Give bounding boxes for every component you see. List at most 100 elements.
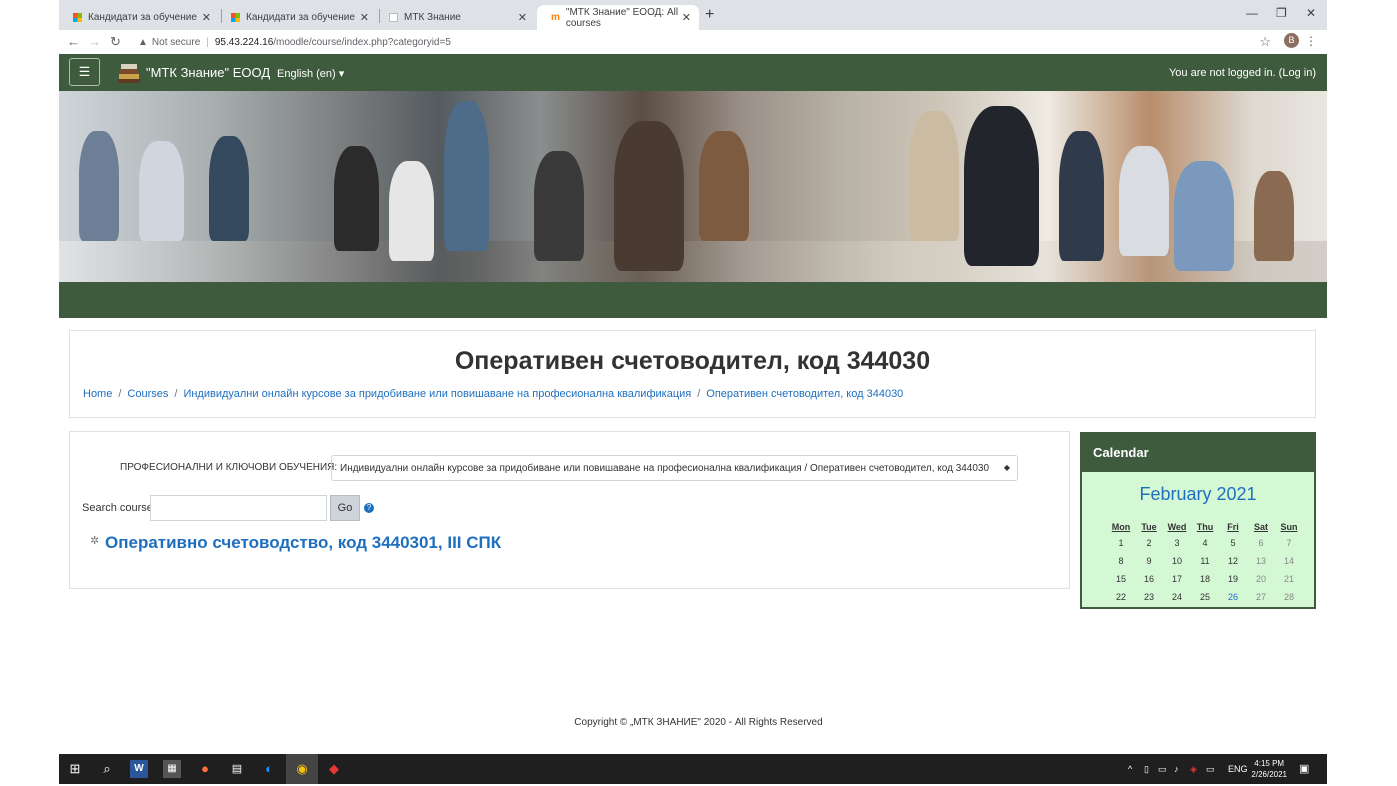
volume-icon[interactable]: ♪ (1174, 764, 1179, 774)
calendar-day[interactable]: 2 (1135, 534, 1163, 552)
calendar-day[interactable]: 17 (1163, 570, 1191, 588)
banner-person (909, 111, 959, 241)
microsoft-forms-favicon-icon (73, 13, 82, 22)
windows-start-icon[interactable]: ⊞ (66, 760, 84, 778)
language-menu[interactable]: English (en) ▾ (277, 67, 344, 80)
calendar-day[interactable]: 16 (1135, 570, 1163, 588)
calendar-day-weekend[interactable]: 14 (1275, 552, 1303, 570)
nav-drawer-toggle-button[interactable]: ☰ (69, 58, 100, 86)
close-tab-icon[interactable]: ✕ (682, 11, 691, 24)
login-info: You are not logged in. (Log in) (1169, 67, 1316, 79)
minimize-icon[interactable]: — (1246, 6, 1258, 20)
close-window-icon[interactable]: ✕ (1306, 6, 1316, 20)
security-tray-icon[interactable]: ◈ (1190, 764, 1197, 775)
battery-icon[interactable]: ▯ (1144, 764, 1149, 775)
calendar-day[interactable]: 24 (1163, 588, 1191, 606)
notifications-icon[interactable]: ▣ (1299, 762, 1309, 775)
restore-icon[interactable]: ❐ (1276, 6, 1287, 20)
taskbar-clock[interactable]: 4:15 PM 2/26/2021 (1251, 758, 1287, 780)
browser-tab-2[interactable]: Кандидати за обучение ✕ (217, 5, 377, 30)
calendar-month-title[interactable]: February 2021 (1082, 484, 1314, 505)
calendar-day[interactable]: 11 (1191, 552, 1219, 570)
search-courses-input[interactable] (150, 495, 327, 521)
bookmark-star-icon[interactable]: ☆ (1259, 34, 1271, 50)
breadcrumb-current[interactable]: Оперативен счетоводител, код 344030 (706, 388, 903, 400)
firefox-icon[interactable]: ● (196, 760, 214, 778)
tray-chevron-icon[interactable]: ^ (1128, 764, 1132, 774)
calendar-day[interactable]: 10 (1163, 552, 1191, 570)
weekday-header: Wed (1167, 522, 1187, 532)
banner-person (139, 141, 184, 241)
calendar-day-weekend[interactable]: 28 (1275, 588, 1303, 606)
calendar-day-weekend[interactable]: 27 (1247, 588, 1275, 606)
login-suffix: ) (1312, 67, 1316, 79)
calendar-day-weekend[interactable]: 20 (1247, 570, 1275, 588)
reload-icon[interactable]: ↻ (110, 34, 121, 50)
calendar-day[interactable]: 8 (1107, 552, 1135, 570)
calendar-day[interactable]: 18 (1191, 570, 1219, 588)
language-label: English (en) (277, 68, 336, 80)
banner-person (699, 131, 749, 241)
calendar-day[interactable]: 3 (1163, 534, 1191, 552)
books-logo-icon[interactable] (116, 59, 142, 85)
back-icon[interactable]: ← (67, 34, 80, 49)
drop-app-icon[interactable]: ◆ (325, 760, 343, 778)
calendar-day-weekend[interactable]: 7 (1275, 534, 1303, 552)
word-icon[interactable]: W (130, 760, 148, 778)
tab-title: Кандидати за обучение (88, 12, 197, 23)
browser-tab-1[interactable]: Кандидати за обучение ✕ (59, 5, 219, 30)
calendar-day[interactable]: 22 (1107, 588, 1135, 606)
close-tab-icon[interactable]: ✕ (360, 11, 369, 24)
url-path: /moodle/course/index.php?categoryid=5 (273, 36, 451, 48)
browser-toolbar: ← → ↻ ▲ Not secure | 95.43.224.16 /moodl… (59, 30, 1327, 55)
breadcrumb-courses[interactable]: Courses (127, 388, 168, 400)
search-icon[interactable]: ⌕ (98, 760, 116, 778)
category-select-value: Индивидуални онлайн курсове за придобива… (340, 463, 990, 474)
forward-icon[interactable]: → (88, 34, 101, 49)
calendar-day-today[interactable]: 26 (1219, 588, 1247, 606)
address-bar[interactable]: ▲ Not secure | 95.43.224.16 /moodle/cour… (132, 32, 1272, 52)
course-expand-icon[interactable]: ✲ (90, 534, 99, 547)
close-tab-icon[interactable]: ✕ (518, 11, 527, 24)
banner-person (389, 161, 434, 261)
breadcrumb-home[interactable]: Home (83, 388, 112, 400)
browser-tab-active[interactable]: m "МТК Знание" ЕООД: All courses ✕ (537, 5, 699, 30)
help-icon[interactable]: ? (364, 503, 374, 513)
calendar-day[interactable]: 23 (1135, 588, 1163, 606)
calendar-day[interactable]: 5 (1219, 534, 1247, 552)
network-app-icon[interactable]: ▤ (228, 760, 246, 778)
calendar-day[interactable]: 15 (1107, 570, 1135, 588)
calendar-day[interactable]: 4 (1191, 534, 1219, 552)
profile-avatar[interactable]: B (1284, 33, 1299, 48)
browser-menu-icon[interactable]: ⋮ (1305, 34, 1317, 48)
login-link[interactable]: Log in (1282, 67, 1312, 79)
calendar-table: Mon Tue Wed Thu Fri Sat Sun 1 2 3 4 5 6 … (1107, 520, 1303, 606)
keyboard-icon[interactable]: ▭ (1206, 764, 1215, 775)
calendar-day-weekend[interactable]: 6 (1247, 534, 1275, 552)
new-tab-icon[interactable]: + (705, 6, 714, 24)
footer-copyright: Copyright © „МТК ЗНАНИЕ" 2020 - All Righ… (574, 717, 823, 728)
header-banner-image (59, 91, 1327, 282)
category-select[interactable]: Индивидуални онлайн курсове за придобива… (331, 455, 1018, 481)
chrome-icon[interactable]: ◉ (286, 754, 318, 784)
calendar-day-weekend[interactable]: 13 (1247, 552, 1275, 570)
calculator-icon[interactable]: ▦ (163, 760, 181, 778)
input-language[interactable]: ENG (1228, 764, 1248, 774)
calendar-day[interactable]: 19 (1219, 570, 1247, 588)
network-icon[interactable]: ▭ (1158, 764, 1167, 775)
edge-icon[interactable]: ◐ (260, 760, 278, 778)
calendar-day[interactable]: 25 (1191, 588, 1219, 606)
calendar-day[interactable]: 12 (1219, 552, 1247, 570)
close-tab-icon[interactable]: ✕ (202, 11, 211, 24)
banner-person (209, 136, 249, 241)
course-title-link[interactable]: Оперативно счетоводство, код 3440301, II… (105, 533, 501, 553)
weekday-header: Thu (1196, 522, 1214, 532)
breadcrumb-separator: / (174, 388, 178, 400)
site-name-link[interactable]: "МТК Знание" ЕООД (146, 65, 270, 80)
breadcrumb-category[interactable]: Индивидуални онлайн курсове за придобива… (183, 388, 691, 400)
calendar-day[interactable]: 9 (1135, 552, 1163, 570)
search-go-button[interactable]: Go (330, 495, 360, 521)
browser-tab-3[interactable]: МТК Знание ✕ (375, 5, 535, 30)
calendar-day-weekend[interactable]: 21 (1275, 570, 1303, 588)
calendar-day[interactable]: 1 (1107, 534, 1135, 552)
